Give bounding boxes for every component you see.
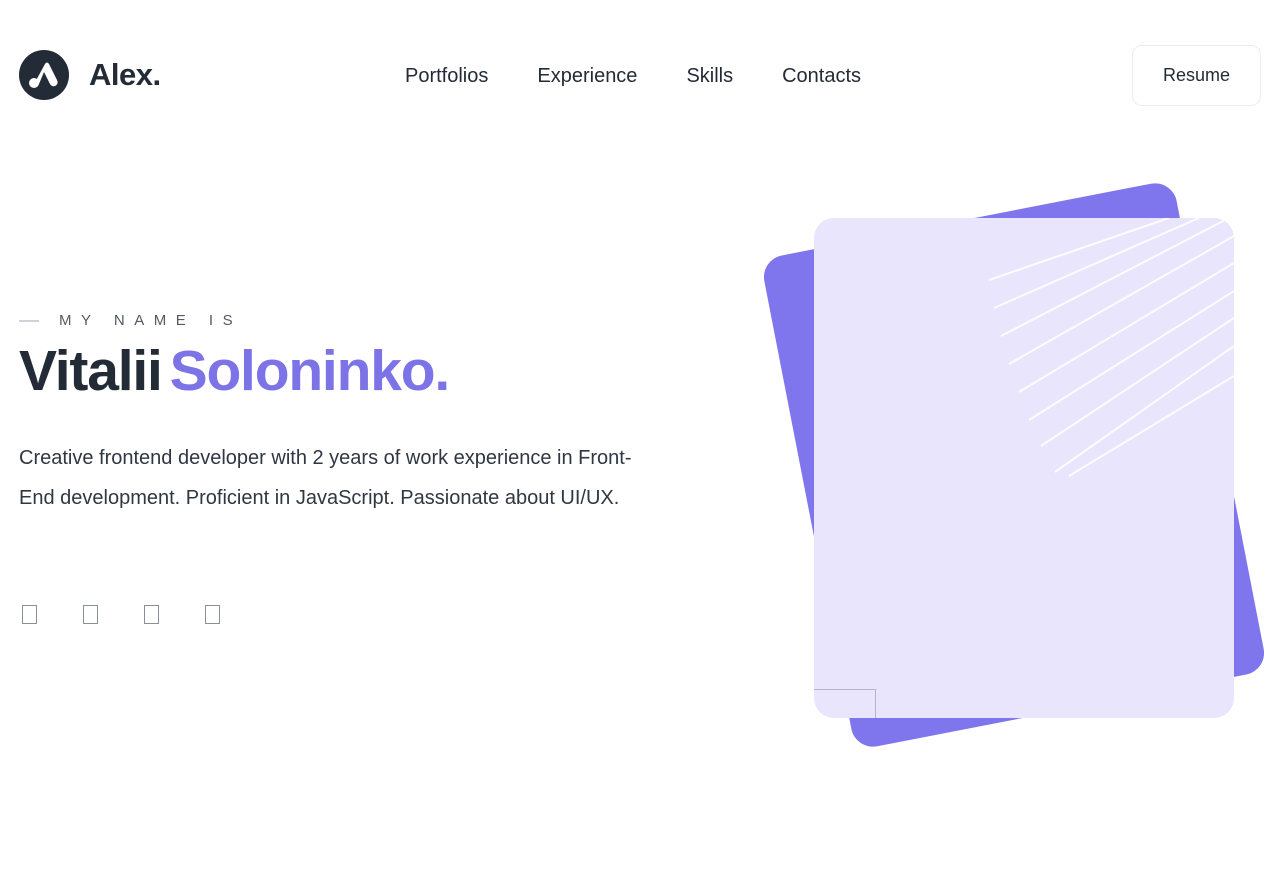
first-name: Vitalii bbox=[19, 339, 163, 403]
social-icon-1[interactable] bbox=[22, 605, 37, 624]
nav-portfolios[interactable]: Portfolios bbox=[405, 64, 488, 88]
social-icon-4[interactable] bbox=[205, 605, 220, 624]
logo-text: Alex. bbox=[89, 57, 161, 92]
broken-image-icon bbox=[814, 689, 876, 718]
eyebrow-divider bbox=[19, 319, 39, 322]
hero-bio: Creative frontend developer with 2 years… bbox=[19, 447, 632, 509]
alex-logo-icon bbox=[19, 50, 69, 100]
card-front bbox=[814, 218, 1234, 718]
name-dot: . bbox=[434, 339, 450, 403]
social-icon-3[interactable] bbox=[144, 605, 159, 624]
social-icon-2[interactable] bbox=[83, 605, 98, 624]
nav-contacts[interactable]: Contacts bbox=[782, 64, 861, 88]
logo[interactable]: Alex. bbox=[19, 50, 161, 100]
stripes-pattern bbox=[989, 218, 1234, 477]
last-name: Soloninko bbox=[169, 339, 436, 403]
eyebrow-text: MY NAME IS bbox=[59, 312, 243, 329]
eyebrow: MY NAME IS bbox=[19, 312, 242, 329]
hero-illustration bbox=[760, 179, 1280, 760]
nav-skills[interactable]: Skills bbox=[686, 64, 733, 88]
main-nav: Portfolios Experience Skills Contacts bbox=[405, 64, 861, 88]
hero-name: Vitalii Soloninko. bbox=[19, 336, 450, 406]
social-links bbox=[22, 605, 266, 624]
nav-experience[interactable]: Experience bbox=[537, 64, 637, 88]
resume-button[interactable]: Resume bbox=[1132, 45, 1261, 106]
